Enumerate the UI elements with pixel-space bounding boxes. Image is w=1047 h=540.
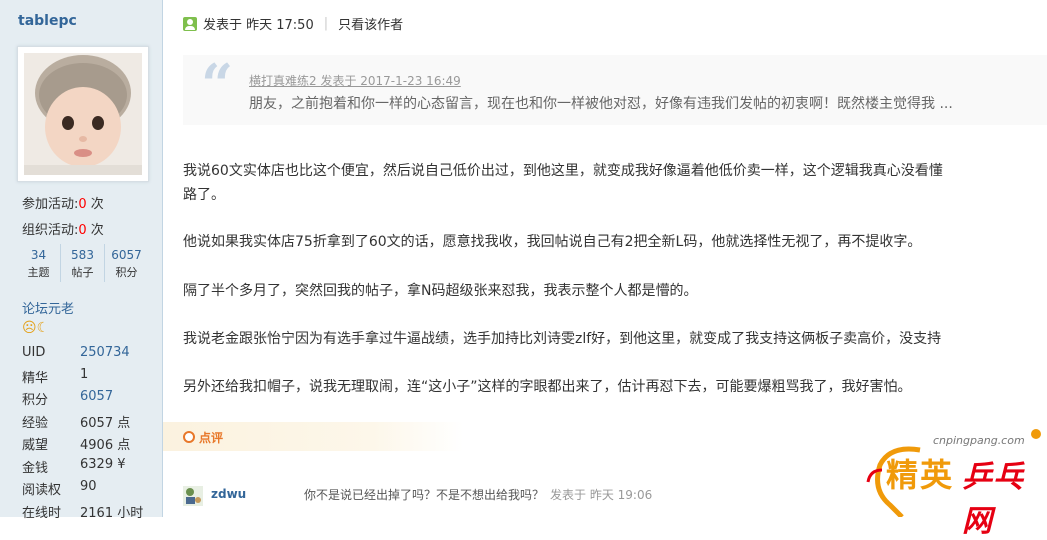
- info-read-permission-key: 阅读权: [22, 483, 62, 498]
- stat-credits[interactable]: 6057 积分: [105, 244, 148, 282]
- info-money: 金钱 6329 ¥: [22, 457, 126, 476]
- activity-organized: 组织活动:0 次: [22, 219, 104, 238]
- stat-posts-label: 帖子: [71, 266, 94, 279]
- quote-mark-icon: “: [201, 52, 234, 118]
- info-uid: UID 250734: [22, 345, 130, 360]
- rate-section-header: 点评: [163, 422, 463, 451]
- commenter-avatar-icon: [183, 486, 203, 506]
- stat-posts[interactable]: 583 帖子: [61, 244, 105, 282]
- info-credits-key: 积分: [22, 393, 49, 408]
- author-username[interactable]: tablepc: [18, 13, 77, 29]
- stat-credits-value[interactable]: 6057: [105, 246, 148, 264]
- author-avatar-frame[interactable]: [17, 46, 149, 182]
- rate-label: 点评: [199, 431, 224, 445]
- avatar[interactable]: [24, 53, 142, 175]
- post-paragraph: 隔了半个多月了，突然回我的帖子，拿N码超级张来怼我，我表示整个人都是懵的。: [183, 283, 698, 299]
- info-read-permission-value: 90: [80, 479, 97, 494]
- post-paragraph: 他说如果我实体店75折拿到了60文的话，愿意找我收，我回帖说自己有2把全新L码，…: [183, 234, 922, 250]
- stat-threads-value[interactable]: 34: [17, 246, 60, 264]
- comment: 你不是说已经出掉了吗？不是不想出给我吗？ 发表于 昨天 19:06: [304, 486, 652, 503]
- avatar-photo-icon: [24, 53, 142, 175]
- quote-block: “ 横打真难练2 发表于 2017-1-23 16:49 朋友，之前抱着和你一样…: [183, 55, 1047, 125]
- rate-circle-icon: [183, 431, 195, 443]
- author-panel: tablepc 参加活动:0 次 组织活动:0 次 34 主题 583 帖子 6…: [0, 0, 163, 521]
- activity-organized-unit: 次: [86, 223, 104, 238]
- info-online-time-key: 在线时: [22, 506, 62, 521]
- author-rank[interactable]: 论坛元老: [22, 298, 74, 317]
- post-paragraph: 我说老金跟张怡宁因为有选手拿过牛逼战绩，选手加持比刘诗雯zlf好，到他这里，就变…: [183, 331, 942, 347]
- only-author-link[interactable]: 只看该作者: [338, 14, 403, 33]
- comment-time: 发表于 昨天 19:06: [550, 488, 653, 502]
- info-money-value: 6329 ¥: [80, 457, 126, 472]
- post-header: 发表于 昨天 17:50 | 只看该作者: [183, 14, 403, 33]
- stat-posts-value[interactable]: 583: [61, 246, 104, 264]
- info-uid-key: UID: [22, 345, 46, 360]
- activity-joined-label: 参加活动:: [22, 197, 79, 212]
- info-digest-value: 1: [80, 367, 89, 382]
- info-online-time: 在线时 2161 小时: [22, 502, 143, 521]
- info-digest-key: 精华: [22, 371, 49, 386]
- stat-threads-label: 主题: [27, 266, 50, 279]
- quote-source-link[interactable]: 横打真难练2 发表于 2017-1-23 16:49: [249, 72, 461, 89]
- info-credits: 积分 6057: [22, 389, 113, 408]
- info-credits-value[interactable]: 6057: [80, 389, 113, 408]
- activity-joined: 参加活动:0 次: [22, 193, 104, 212]
- info-digest: 精华 1: [22, 367, 88, 386]
- info-read-permission: 阅读权 90: [22, 479, 97, 498]
- post-paragraph: 我说60文实体店也比这个便宜，然后说自己低价出过，到他这里，就变成我好像逼着他低…: [183, 163, 943, 179]
- comment-text: 你不是说已经出掉了吗？不是不想出给我吗？: [304, 488, 545, 502]
- info-prestige-key: 威望: [22, 438, 49, 453]
- watermark-title-1: 精英: [886, 456, 955, 494]
- author-stats: 34 主题 583 帖子 6057 积分: [17, 244, 148, 282]
- info-experience-key: 经验: [22, 416, 49, 431]
- watermark-url: cnpingpang.com: [933, 434, 1025, 447]
- commenter-username[interactable]: zdwu: [211, 487, 246, 501]
- post-paragraph: 路了。: [183, 187, 225, 203]
- info-experience-value: 6057 点: [80, 416, 131, 431]
- stat-threads[interactable]: 34 主题: [17, 244, 61, 282]
- medal-icons: ☹☾: [22, 320, 50, 336]
- info-online-time-value: 2161 小时: [80, 506, 144, 521]
- post-paragraph: 另外还给我扣帽子，说我无理取闹，连“这小子”这样的字眼都出来了，估计再怼下去，可…: [183, 379, 912, 395]
- activity-organized-count[interactable]: 0: [78, 223, 86, 238]
- info-uid-value[interactable]: 250734: [80, 345, 130, 360]
- info-experience: 经验 6057 点: [22, 412, 130, 431]
- online-user-icon: [183, 16, 197, 31]
- quote-text: 朋友，之前抱着和你一样的心态留言，现在也和你一样被他对怼，好像有违我们发帖的初衷…: [249, 96, 953, 112]
- commenter-avatar[interactable]: [183, 486, 203, 506]
- activity-joined-count[interactable]: 0: [78, 197, 86, 212]
- info-prestige: 威望 4906 点: [22, 434, 130, 453]
- site-watermark: cnpingpang.com 精英 乒乓网: [850, 420, 1047, 539]
- info-prestige-value: 4906 点: [80, 438, 131, 453]
- post-time: 发表于 昨天 17:50: [203, 18, 314, 33]
- info-money-key: 金钱: [22, 461, 49, 476]
- activity-organized-label: 组织活动:: [22, 223, 79, 238]
- header-divider: |: [323, 16, 329, 31]
- activity-joined-unit: 次: [86, 197, 104, 212]
- watermark-title-2: 乒乓网: [962, 460, 1024, 539]
- stat-credits-label: 积分: [115, 266, 138, 279]
